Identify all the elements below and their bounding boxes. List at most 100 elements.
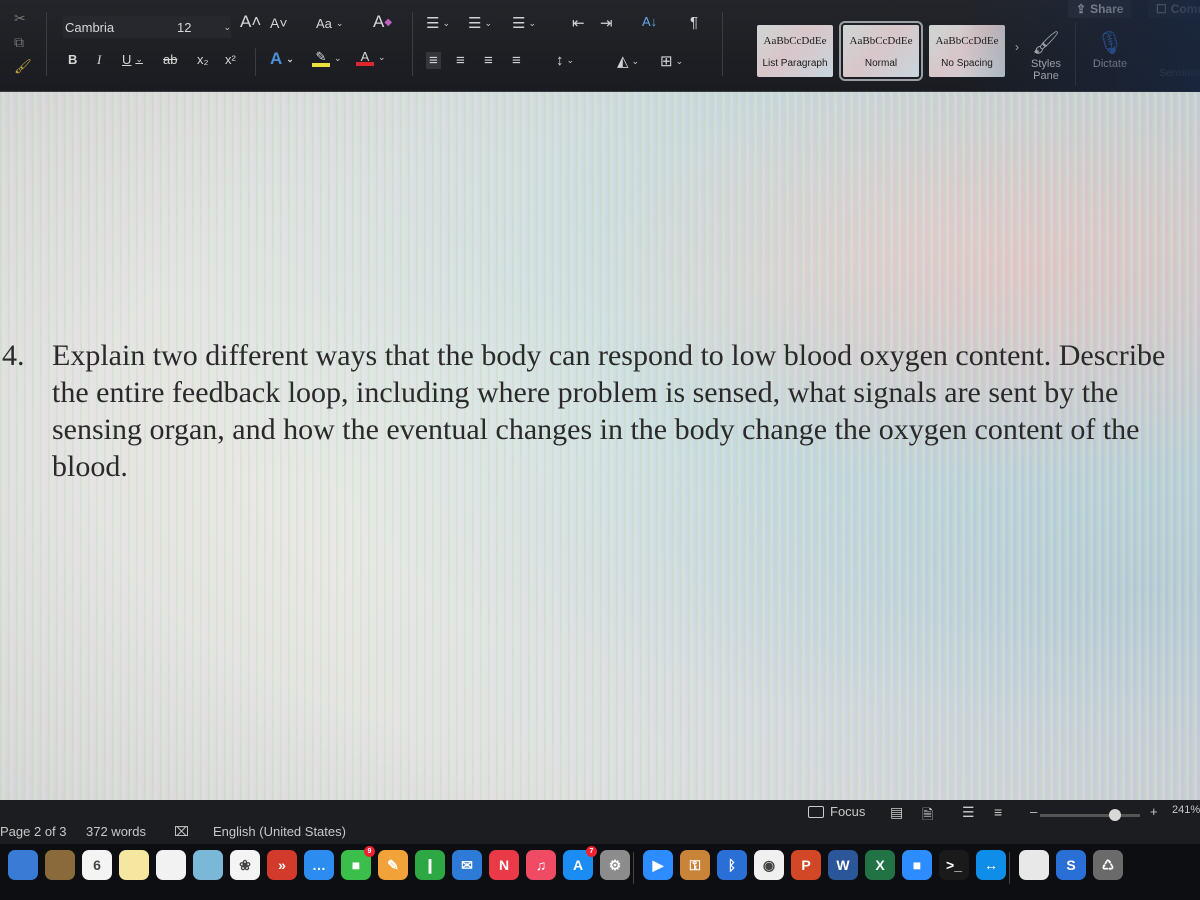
zoom-slider[interactable] [1040, 809, 1140, 821]
calendar-icon[interactable]: 6 [82, 850, 112, 880]
clipboard-group: ✂ ⧉ 🖌 [0, 0, 40, 92]
word-icon[interactable]: W [828, 850, 858, 880]
increase-indent-button[interactable]: ⇥ [600, 14, 613, 32]
subscript-button[interactable]: x₂ [197, 52, 209, 67]
chevron-down-icon[interactable]: ⌄ [135, 54, 143, 65]
sensitivity-button[interactable]: Sensitivity [1152, 68, 1200, 79]
borders-button[interactable]: ⊞ ⌄ [660, 52, 683, 70]
numbering-button[interactable]: ☰ ⌄ [468, 14, 492, 32]
zoom-slider-thumb[interactable] [1109, 809, 1121, 821]
excel-icon[interactable]: X [865, 850, 895, 880]
text-effects-button[interactable]: A ⌄ [270, 49, 294, 69]
shading-button[interactable]: ◭ ⌄ [617, 52, 639, 70]
decrease-indent-button[interactable]: ⇤ [572, 14, 585, 32]
remote-desktop-icon[interactable]: » [267, 850, 297, 880]
styles-more-arrow-icon[interactable]: › [1015, 40, 1019, 54]
align-right-button[interactable]: ≡ [484, 52, 493, 69]
comment-icon: ☐ [1156, 2, 1167, 16]
share-button[interactable]: ⇪ Share [1068, 0, 1132, 18]
justify-button[interactable]: ≡ [512, 52, 521, 69]
terminal-icon[interactable]: >_ [939, 850, 969, 880]
font-color-button[interactable]: A ⌄ [356, 49, 386, 66]
finder-icon[interactable] [8, 850, 38, 880]
styles-pane-button[interactable]: 🖌 Styles Pane [1026, 28, 1066, 82]
bullets-button[interactable]: ☰ ⌄ [426, 14, 450, 32]
pages-icon[interactable]: ✎ [378, 850, 408, 880]
multilevel-list-button[interactable]: ☰ ⌄ [512, 14, 536, 32]
page-count[interactable]: Page 2 of 3 [0, 824, 67, 839]
bluetooth-icon[interactable]: ᛒ [717, 850, 747, 880]
powerpoint-icon[interactable]: P [791, 850, 821, 880]
teamviewer-icon[interactable]: ↔ [976, 850, 1006, 880]
style-name: No Spacing [941, 58, 993, 69]
trash-icon[interactable]: ♺ [1093, 850, 1123, 880]
align-left-button[interactable]: ≡ [426, 52, 441, 69]
italic-button[interactable]: I [97, 52, 101, 68]
maps-icon[interactable] [193, 850, 223, 880]
align-right-icon: ≡ [484, 52, 493, 69]
font-size-dropdown[interactable]: 12 ⌄ [173, 16, 231, 38]
print-layout-icon[interactable]: ▤ [890, 804, 903, 821]
font-color-bar [356, 62, 374, 66]
facetime-icon[interactable]: ■ 9 [341, 846, 375, 880]
strikethrough-button[interactable]: ab [163, 52, 177, 67]
word-count[interactable]: 372 words [86, 824, 146, 839]
comments-button[interactable]: ☐Comments [1148, 0, 1200, 18]
highlight-button[interactable]: ✎ ⌄ [312, 49, 342, 67]
underline-button[interactable]: U ⌄ [122, 52, 143, 67]
focus-icon [808, 805, 824, 818]
align-center-button[interactable]: ≡ [456, 52, 465, 69]
style-sample: AaBbCcDdEe [935, 35, 999, 47]
focus-button[interactable]: Focus [808, 804, 865, 819]
numbers-icon[interactable]: ❙ [415, 850, 445, 880]
zoom-out-button[interactable]: – [1030, 804, 1037, 819]
shrink-font-button[interactable]: A˅ [270, 15, 288, 31]
zoom-level[interactable]: 241% [1172, 804, 1200, 816]
system-preferences-icon[interactable]: ⚙ [600, 850, 630, 880]
line-spacing-button[interactable]: ↕ ⌄ [556, 52, 574, 69]
photos-icon[interactable]: ❀ [230, 850, 260, 880]
bullet-list-icon: ☰ [426, 15, 440, 32]
superscript-button[interactable]: x² [225, 52, 236, 67]
zoom-meetings-icon[interactable]: ■ [902, 850, 932, 880]
proofing-icon[interactable]: ⌧ [174, 824, 189, 840]
keynote-icon[interactable]: ✉ [452, 850, 482, 880]
reminders-icon[interactable] [156, 850, 186, 880]
borders-icon: ⊞ [660, 53, 673, 70]
dictate-label: Dictate [1092, 58, 1128, 70]
grow-font-button[interactable]: A˄ [240, 12, 261, 32]
document-canvas[interactable]: 4. Explain two different ways that the b… [0, 92, 1200, 800]
ribbon: ✂ ⧉ 🖌 Cambria ⌄ 12 ⌄ A˄ A˅ Aa ⌄ A◆ B I U… [0, 0, 1200, 92]
notes-folder-icon[interactable] [45, 850, 75, 880]
chrome-icon[interactable]: ◉ [754, 850, 784, 880]
bold-button[interactable]: B [68, 52, 77, 67]
style-normal[interactable]: AaBbCcDdEe Normal [839, 21, 923, 81]
draft-view-icon[interactable]: ≡ [994, 804, 1002, 820]
downloads-icon[interactable]: S [1056, 850, 1086, 880]
notes-icon[interactable] [119, 850, 149, 880]
news-icon[interactable]: N [489, 850, 519, 880]
style-no-spacing[interactable]: AaBbCcDdEe No Spacing [929, 25, 1005, 77]
line-spacing-icon: ↕ [556, 52, 564, 69]
sort-button[interactable]: A↓ [642, 14, 657, 29]
web-layout-icon[interactable]: 🗎 [922, 804, 933, 828]
clear-formatting-button[interactable]: A ◆ [373, 12, 392, 32]
format-painter-icon[interactable]: 🖌 [14, 58, 32, 75]
zoom-in-button[interactable]: + [1150, 804, 1158, 819]
music-icon[interactable]: ♫ [526, 850, 556, 880]
cut-icon[interactable]: ✂ [14, 10, 26, 27]
style-list-paragraph[interactable]: AaBbCcDdEe List Paragraph [757, 25, 833, 77]
microphone-icon: 🎙 [1096, 30, 1124, 55]
app-store-icon[interactable]: A7 [563, 846, 597, 880]
keychain-icon[interactable]: ⚿ [680, 850, 710, 880]
change-case-button[interactable]: Aa ⌄ [316, 16, 343, 31]
zoom-app-icon[interactable]: ▶ [643, 850, 673, 880]
document-preview-icon[interactable] [1019, 850, 1049, 880]
copy-icon[interactable]: ⧉ [14, 34, 24, 51]
show-formatting-marks-button[interactable]: ¶ [690, 14, 698, 31]
outline-view-icon[interactable]: ☰ [962, 804, 975, 821]
dictate-button[interactable]: 🎙 Dictate [1088, 28, 1132, 70]
language-indicator[interactable]: English (United States) [213, 824, 346, 839]
dock-divider [1009, 852, 1010, 884]
messages-icon[interactable]: … [304, 850, 334, 880]
